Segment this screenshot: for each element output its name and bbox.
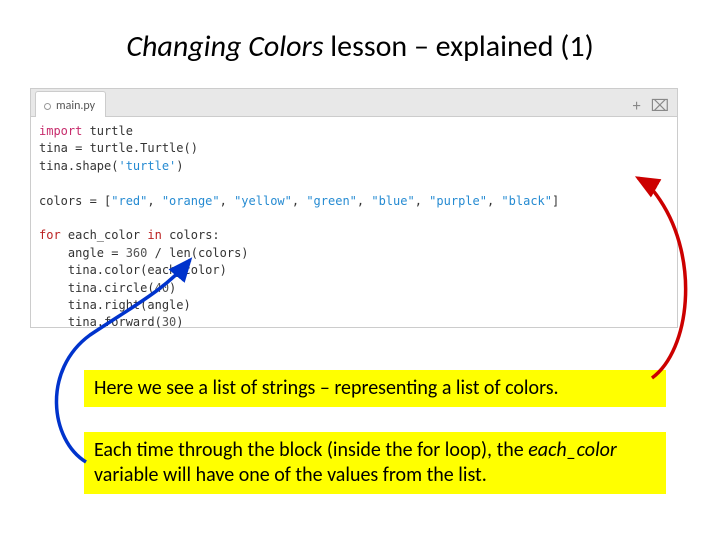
code-string: 'turtle' [118, 159, 176, 173]
title-rest: lesson – explained (1) [324, 28, 594, 65]
code-text: each_color [61, 228, 148, 242]
code-text: tina.forward( [39, 315, 162, 329]
code-body: import turtle tina = turtle.Turtle() tin… [31, 117, 677, 338]
code-string: "yellow" [234, 194, 292, 208]
add-tab-icon[interactable]: + [633, 97, 641, 116]
code-text: , [415, 194, 429, 208]
callout2-text-b: variable will have one of the values fro… [94, 463, 487, 487]
code-text: colors = [ [39, 194, 111, 208]
tab-actions: + ⌧ [633, 96, 677, 116]
code-text: / len(colors) [147, 246, 248, 260]
code-number: 40 [155, 281, 169, 295]
code-text: , [147, 194, 161, 208]
code-text: , [220, 194, 234, 208]
code-string: "green" [306, 194, 357, 208]
code-string: "red" [111, 194, 147, 208]
code-editor-panel: main.py + ⌧ import turtle tina = turtle.… [30, 88, 678, 328]
code-text: tina.right(angle) [39, 298, 191, 312]
code-text: , [487, 194, 501, 208]
code-text: tina.shape( [39, 159, 118, 173]
code-text: , [357, 194, 371, 208]
code-text: ] [552, 194, 559, 208]
slide-title: Changing Colors lesson – explained (1) [0, 28, 720, 65]
tab-bar: main.py + ⌧ [31, 89, 677, 117]
callout-each-color: Each time through the block (inside the … [84, 432, 666, 494]
code-number: 360 [126, 246, 148, 260]
code-text: angle = [39, 246, 126, 260]
code-text: tina.color(each_color) [39, 263, 227, 277]
callout2-text-a: Each time through the block (inside the … [94, 438, 528, 462]
callout-strings-list: Here we see a list of strings – represen… [84, 370, 666, 407]
code-text: ) [169, 281, 176, 295]
kw-import: import [39, 124, 82, 138]
filename-label: main.py [56, 99, 95, 113]
code-text: tina.circle( [39, 281, 155, 295]
image-icon[interactable]: ⌧ [651, 96, 669, 116]
code-text: , [292, 194, 306, 208]
code-text: turtle [82, 124, 133, 138]
title-italic: Changing Colors [126, 28, 323, 65]
code-string: "blue" [371, 194, 414, 208]
code-string: "purple" [429, 194, 487, 208]
file-tab[interactable]: main.py [35, 91, 106, 117]
kw-for: for [39, 228, 61, 242]
kw-in: in [147, 228, 161, 242]
tab-dot-icon [44, 103, 51, 110]
code-number: 30 [162, 315, 176, 329]
code-text: tina = turtle.Turtle() [39, 141, 198, 155]
callout1-text: Here we see a list of strings – represen… [94, 376, 559, 400]
code-string: "orange" [162, 194, 220, 208]
code-text: ) [176, 159, 183, 173]
code-text: ) [176, 315, 183, 329]
code-text: colors: [162, 228, 220, 242]
callout2-ital: each_color [528, 438, 617, 462]
code-string: "black" [501, 194, 552, 208]
